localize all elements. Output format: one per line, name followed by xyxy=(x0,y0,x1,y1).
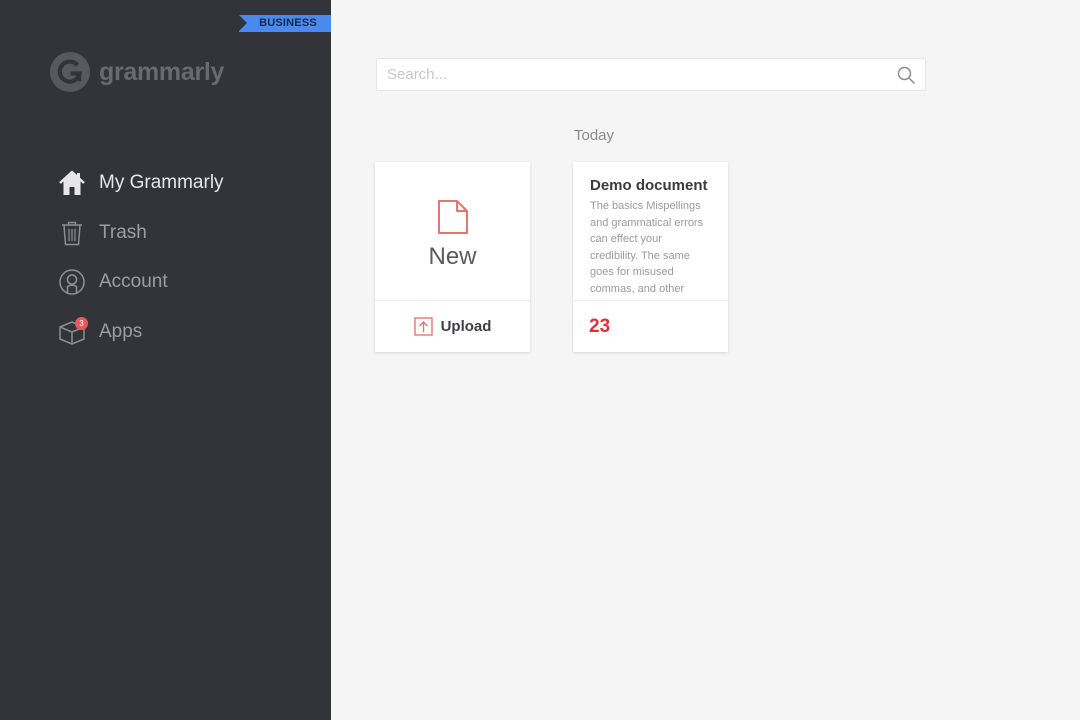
apps-badge: 3 xyxy=(75,316,88,330)
sidebar-item-label: Account xyxy=(99,271,168,292)
issue-count: 23 xyxy=(589,315,611,337)
app: BUSINESS grammarly My Grammarly Trash Ac… xyxy=(0,0,1080,720)
sidebar-item-trash[interactable]: Trash xyxy=(57,216,224,250)
sidebar-item-account[interactable]: Account xyxy=(57,265,224,299)
home-icon xyxy=(57,168,87,198)
document-card[interactable]: Demo document The basics Mispellings and… xyxy=(573,162,728,352)
new-document-label: New xyxy=(428,243,477,270)
search-input[interactable] xyxy=(377,59,877,90)
trash-icon xyxy=(57,218,87,248)
search-bar xyxy=(376,58,926,91)
new-document-card: New Upload xyxy=(375,162,530,352)
section-heading-today: Today xyxy=(574,127,615,144)
search-icon[interactable] xyxy=(897,66,915,84)
sidebar: BUSINESS grammarly My Grammarly Trash Ac… xyxy=(0,0,331,720)
plan-badge: BUSINESS xyxy=(239,15,331,32)
apps-box-icon: 3 xyxy=(57,316,88,347)
sidebar-item-apps[interactable]: 3 Apps xyxy=(57,315,224,349)
upload-icon xyxy=(413,317,433,336)
logo[interactable]: grammarly xyxy=(50,52,224,92)
sidebar-item-label: Apps xyxy=(99,320,143,342)
sidebar-item-my-grammarly[interactable]: My Grammarly xyxy=(57,166,224,200)
grammarly-logo-icon xyxy=(50,52,90,92)
logo-text: grammarly xyxy=(99,57,225,86)
account-icon xyxy=(57,267,87,297)
new-document-icon xyxy=(437,200,468,234)
document-snippet: The basics Mispellings and grammatical e… xyxy=(590,200,704,295)
document-title: Demo document xyxy=(590,177,708,194)
new-document-button[interactable]: New xyxy=(375,162,530,300)
sidebar-item-label: My Grammarly xyxy=(99,172,224,193)
document-preview[interactable]: Demo document The basics Mispellings and… xyxy=(573,162,728,300)
upload-button[interactable]: Upload xyxy=(375,301,530,352)
upload-label: Upload xyxy=(440,318,492,335)
document-footer: 23 xyxy=(573,301,728,352)
sidebar-item-label: Trash xyxy=(99,221,147,243)
sidebar-nav: My Grammarly Trash Account 3 Apps xyxy=(57,166,224,364)
